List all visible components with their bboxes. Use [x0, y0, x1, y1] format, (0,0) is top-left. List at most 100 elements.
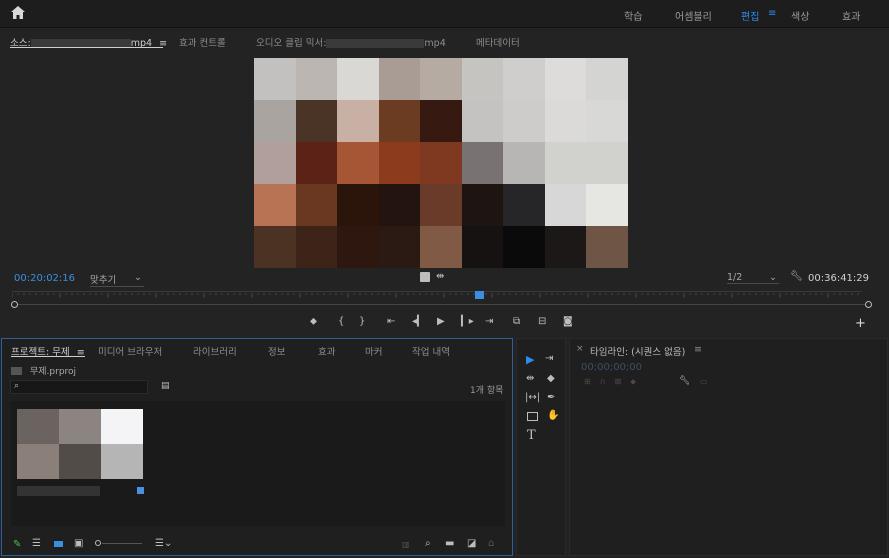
workspace-tab-editing[interactable]: 편집	[741, 8, 759, 23]
video-pixel-block	[503, 100, 545, 142]
new-item-icon[interactable]: ◪	[467, 538, 476, 549]
tab-audio-clip-mixer[interactable]: 오디오 클립 믹서: mp4	[256, 35, 446, 49]
resolution-label: 1/2	[727, 272, 743, 283]
export-frame-icon[interactable]: ◙	[563, 316, 573, 327]
home-icon[interactable]	[10, 6, 26, 22]
thumbnail-block	[101, 409, 143, 444]
video-pixel-block	[544, 100, 587, 142]
thumbnail-block	[17, 444, 59, 479]
freeform-view-icon[interactable]: ▣	[74, 538, 83, 549]
video-pixel-block	[544, 142, 587, 184]
timeline-timecode[interactable]: 00;00;00;00	[581, 362, 642, 373]
list-view-icon[interactable]: ☰	[32, 538, 41, 549]
item-count: 1개 항목	[470, 386, 504, 396]
rectangle-tool-icon[interactable]	[527, 412, 538, 421]
pen-tool-icon[interactable]: ✒	[547, 392, 555, 403]
go-to-in-icon[interactable]: ⇤	[387, 316, 395, 327]
zoom-handle-left[interactable]	[11, 301, 18, 308]
video-pixel-block	[586, 100, 628, 142]
playhead-marker[interactable]	[475, 291, 484, 299]
drag-video-icon[interactable]	[420, 272, 430, 282]
workspace-tab-effects[interactable]: 효과	[842, 8, 860, 23]
video-pixel-block	[378, 184, 421, 226]
insert-icon[interactable]: ⧉	[513, 316, 520, 327]
workspace-tab-learn[interactable]: 학습	[624, 8, 642, 23]
zoom-fit-dropdown[interactable]: 맞추기 ⌄	[90, 272, 144, 287]
video-pixel-block	[544, 58, 587, 100]
zoom-slider[interactable]	[95, 540, 143, 546]
timeline-wrench-icon[interactable]: 🔧︎	[679, 376, 690, 386]
pencil-icon[interactable]: ✎	[13, 539, 21, 550]
play-icon[interactable]: ▶	[437, 316, 445, 327]
mark-in-icon[interactable]: {	[338, 316, 344, 327]
project-search-input[interactable]: ⌕	[10, 380, 148, 394]
video-pixel-block	[254, 142, 296, 184]
step-back-icon[interactable]: ◂▎	[412, 316, 425, 327]
find-icon[interactable]: ⌕	[425, 538, 431, 549]
project-file-name: 무제.prproj	[30, 367, 77, 377]
hand-tool-icon[interactable]: ✋	[547, 410, 559, 421]
tab-effects[interactable]: 효과	[318, 344, 335, 358]
tab-markers[interactable]: 마커	[365, 344, 382, 358]
trash-icon[interactable]: ⌂	[488, 538, 494, 549]
type-tool-icon[interactable]: T	[527, 428, 536, 443]
video-pixel-block	[254, 58, 296, 100]
video-pixel-block	[586, 142, 628, 184]
zoom-fit-label: 맞추기	[90, 275, 117, 286]
redacted-filename	[326, 39, 425, 48]
go-to-out-icon[interactable]: ⇥	[485, 316, 493, 327]
video-pixel-block	[461, 58, 504, 100]
video-pixel-block	[378, 100, 421, 142]
timeline-panel: × 타임라인: (시퀀스 없음) ≡ 00;00;00;00 ⊞∩⊠⬥ 🔧︎ ▭	[569, 338, 888, 556]
sort-icon[interactable]: ☰⌄	[155, 538, 172, 549]
timeline-menu-icon[interactable]: ≡	[694, 344, 702, 355]
workspace-tab-color[interactable]: 색상	[791, 8, 809, 23]
video-pixel-block	[503, 184, 545, 226]
video-pixel-block	[337, 226, 379, 268]
tab-info[interactable]: 정보	[268, 344, 285, 358]
add-marker-icon[interactable]: ⬥	[310, 316, 317, 327]
new-search-bin-icon[interactable]: ▤	[161, 381, 170, 391]
playhead-timecode[interactable]: 00:20:02:16	[14, 273, 75, 284]
chevron-down-icon: ⌄	[134, 272, 142, 283]
automate-sequence-icon[interactable]: ▥	[402, 540, 410, 549]
video-pixel-block	[544, 226, 587, 268]
add-button-icon[interactable]: +	[855, 316, 866, 331]
resolution-dropdown[interactable]: 1/2 ⌄	[727, 272, 779, 284]
mark-out-icon[interactable]: }	[359, 316, 365, 327]
tools-panel: ▶ ⇥ ⇹ ◆ |↔| ✒ ✋ T	[516, 338, 566, 556]
video-pixel-block	[378, 58, 421, 100]
video-pixel-block	[295, 184, 338, 226]
tab-metadata[interactable]: 메타데이터	[476, 35, 520, 49]
captions-icon[interactable]: ▭	[700, 377, 708, 386]
workspace-tab-assembly[interactable]: 어셈블리	[675, 8, 712, 23]
wrench-icon[interactable]: 🔧︎	[790, 271, 803, 282]
icon-view-icon[interactable]	[54, 541, 63, 547]
video-pixel-block	[295, 100, 338, 142]
workspace-menu-icon[interactable]: ≡	[768, 8, 776, 19]
step-forward-icon[interactable]: ▎▸	[461, 316, 474, 327]
close-icon[interactable]: ×	[576, 344, 584, 354]
zoom-scrollbar[interactable]	[18, 304, 865, 305]
ripple-edit-tool-icon[interactable]: ⇹	[526, 373, 534, 384]
clip-thumbnail[interactable]	[17, 409, 143, 479]
razor-tool-icon[interactable]: ◆	[547, 373, 555, 384]
zoom-handle-right[interactable]	[865, 301, 872, 308]
video-pixel-block	[461, 100, 504, 142]
time-ruler[interactable]	[12, 291, 862, 303]
timeline-title: 타임라인: (시퀀스 없음)	[590, 347, 686, 358]
overwrite-icon[interactable]: ⊟	[538, 316, 546, 327]
tab-history[interactable]: 작업 내역	[412, 344, 450, 358]
tab-effects-controls[interactable]: 효과 컨트롤	[179, 35, 226, 49]
track-select-tool-icon[interactable]: ⇥	[545, 353, 553, 364]
slip-tool-icon[interactable]: |↔|	[525, 392, 540, 403]
video-preview	[254, 58, 628, 268]
video-pixel-block	[295, 226, 338, 268]
tab-media-browser[interactable]: 미디어 브라우저	[98, 344, 162, 358]
selection-tool-icon[interactable]: ▶	[526, 353, 534, 366]
drag-audio-icon[interactable]: ⇹	[436, 271, 444, 282]
new-bin-icon[interactable]: ▬	[445, 538, 454, 549]
video-pixel-block	[420, 100, 462, 142]
video-pixel-block	[586, 184, 628, 226]
tab-libraries[interactable]: 라이브러리	[193, 344, 237, 358]
